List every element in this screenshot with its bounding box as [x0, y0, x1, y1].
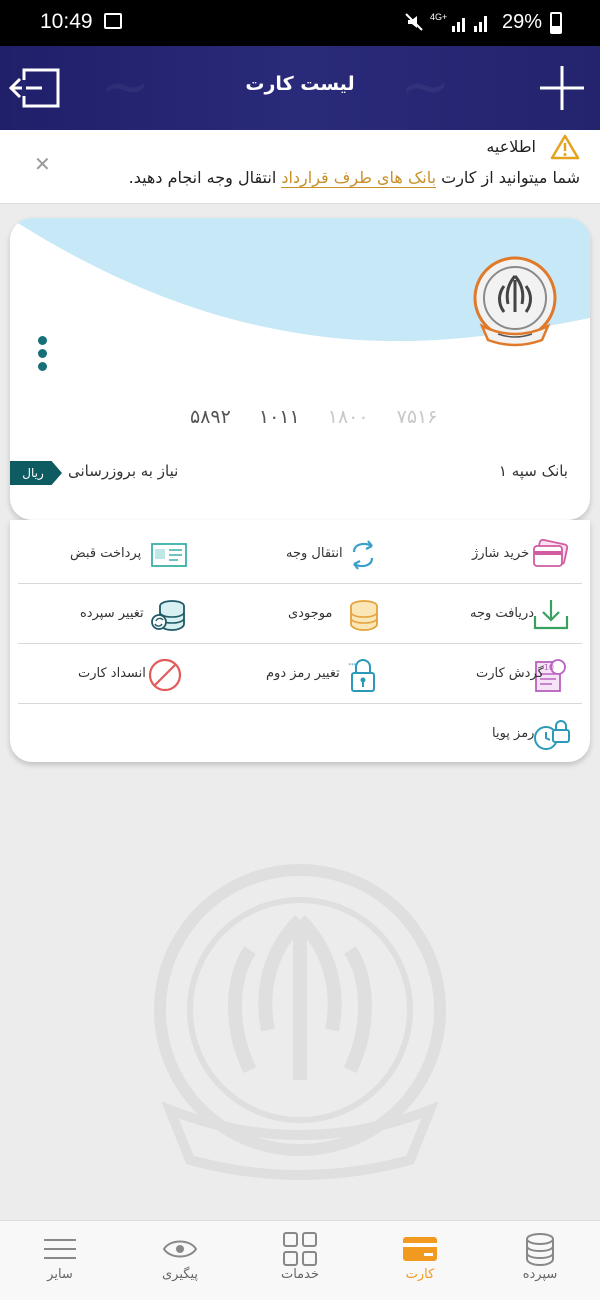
- card-services-panel: خرید شارژ انتقال وجه پرداخت قبض دریافت و…: [10, 520, 590, 762]
- deposit-coins-icon: [151, 600, 185, 631]
- receive-money-button[interactable]: دریافت وجه: [394, 584, 582, 644]
- change-second-pin-button[interactable]: *** تغییر رمز دوم: [206, 644, 394, 704]
- battery-icon: [550, 12, 562, 34]
- money-transfer-button[interactable]: انتقال وجه: [206, 524, 394, 584]
- nav-services[interactable]: خدمات: [240, 1221, 360, 1300]
- balance-label: موجودی: [288, 606, 333, 621]
- notice-title: اطلاعیه: [486, 137, 536, 156]
- change-deposit-button[interactable]: تغییر سپرده: [18, 584, 206, 644]
- change-second-pin-label: تغییر رمز دوم: [266, 666, 340, 681]
- nav-tracking[interactable]: پیگیری: [120, 1221, 240, 1300]
- dynamic-pin-icon: [534, 720, 570, 750]
- nav-card-label: کارت: [405, 1267, 435, 1282]
- deposit-nav-icon: [526, 1233, 554, 1267]
- card-more-menu-icon[interactable]: [38, 336, 48, 372]
- status-bar: 10:49 4G+ 29%: [0, 0, 600, 46]
- card-statement-label: گردش کارت: [476, 666, 544, 681]
- nav-tracking-label: پیگیری: [162, 1267, 198, 1282]
- card-number-group: ۱۰۱۱: [258, 406, 300, 428]
- buy-charge-button[interactable]: خرید شارژ: [394, 524, 582, 584]
- bank-emblem-watermark: [154, 864, 446, 1180]
- menu-icon: [44, 1239, 76, 1259]
- nav-deposit[interactable]: سپرده: [480, 1221, 600, 1300]
- currency-badge: ریال: [10, 461, 62, 485]
- contracted-banks-link[interactable]: بانک های طرف قرارداد: [281, 168, 437, 188]
- balance-button[interactable]: موجودی: [206, 584, 394, 644]
- block-card-label: انسداد کارت: [78, 666, 146, 681]
- gallery-notification-icon: [104, 13, 122, 29]
- svg-text:***: ***: [349, 663, 357, 669]
- notice-text: شما میتوانید از کارت بانک های طرف قراردا…: [128, 168, 580, 188]
- buy-charge-label: خرید شارژ: [472, 546, 530, 561]
- dynamic-pin-button[interactable]: رمز پویا: [394, 704, 582, 764]
- bill-payment-button[interactable]: پرداخت قبض: [18, 524, 206, 584]
- dynamic-pin-label: رمز پویا: [492, 726, 535, 741]
- eye-icon: [162, 1240, 198, 1258]
- bank-name: بانک سپه ۱: [498, 462, 568, 480]
- card-number: ۵۸۹۲ ۱۰۱۱ ۱۸۰۰ ۷۵۱۶: [190, 406, 459, 428]
- status-time: 10:49: [40, 10, 93, 33]
- services-row: رمز پویا: [18, 704, 582, 764]
- battery-percent: 29%: [502, 11, 543, 33]
- bill-payment-label: پرداخت قبض: [70, 546, 142, 561]
- money-transfer-label: انتقال وجه: [286, 546, 343, 561]
- services-row: خرید شارژ انتقال وجه پرداخت قبض: [18, 524, 582, 584]
- notice-text-before: شما میتوانید از کارت: [441, 168, 580, 187]
- card-nav-icon: [403, 1237, 437, 1261]
- coins-icon: [350, 600, 378, 631]
- bottom-navigation: سپرده کارت خدمات پیگیری سایر: [0, 1220, 600, 1300]
- page-title: لیست کارت: [245, 73, 355, 95]
- change-deposit-label: تغییر سپرده: [80, 606, 144, 621]
- charge-card-icon: [533, 538, 569, 567]
- signal-icon: [452, 18, 465, 32]
- card-statement-button[interactable]: 10 گردش کارت: [394, 644, 582, 704]
- lock-icon: ***: [349, 659, 375, 692]
- app-header: ~ ~ لیست کارت: [0, 46, 600, 130]
- notice-banner: اطلاعیه شما میتوانید از کارت بانک های طر…: [0, 130, 600, 204]
- notice-text-after: انتقال وجه انجام دهید.: [128, 168, 277, 187]
- receive-money-label: دریافت وجه: [470, 606, 535, 621]
- add-card-icon[interactable]: [538, 64, 586, 112]
- bank-card[interactable]: ۵۸۹۲ ۱۰۱۱ ۱۸۰۰ ۷۵۱۶ ریال نیاز به بروزرسا…: [10, 218, 590, 520]
- nav-other-label: سایر: [47, 1267, 73, 1282]
- bill-icon: [151, 543, 187, 567]
- signal-icon: [474, 16, 487, 32]
- block-icon: [148, 658, 182, 692]
- mute-icon: [405, 13, 423, 31]
- warning-icon: [550, 134, 580, 160]
- network-type: 4G+: [430, 12, 448, 22]
- services-row: دریافت وجه موجودی تغییر سپرده: [18, 584, 582, 644]
- nav-services-label: خدمات: [280, 1267, 320, 1282]
- close-icon[interactable]: ✕: [34, 152, 51, 176]
- card-number-group: ۱۸۰۰: [327, 406, 369, 428]
- nav-card[interactable]: کارت: [360, 1221, 480, 1300]
- update-status[interactable]: نیاز به بروزرسانی: [68, 462, 178, 480]
- block-card-button[interactable]: انسداد کارت: [18, 644, 206, 704]
- transfer-icon: [352, 540, 374, 570]
- nav-other[interactable]: سایر: [0, 1221, 120, 1300]
- sepah-bank-logo: [473, 256, 557, 347]
- services-row: 10 گردش کارت *** تغییر رمز دوم انسداد کا…: [18, 644, 582, 704]
- nav-deposit-label: سپرده: [522, 1267, 558, 1282]
- card-number-group: ۵۸۹۲: [190, 406, 231, 428]
- grid-icon: [283, 1232, 317, 1266]
- svg-text:10: 10: [544, 663, 554, 672]
- card-number-group: ۷۵۱۶: [396, 406, 438, 428]
- download-icon: [533, 600, 569, 630]
